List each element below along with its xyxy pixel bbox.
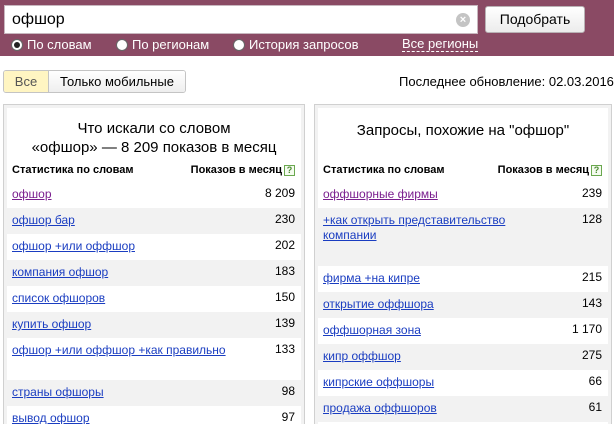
table-row: оффшорные фирмы 239 [318, 182, 608, 208]
table-row: офшор +или оффшор 202 [7, 234, 301, 260]
impressions-count: 139 [274, 316, 295, 330]
table-row: +как открыть представительство компании 1… [318, 208, 608, 266]
phrase-link[interactable]: кипрские оффшоры [323, 375, 552, 390]
impressions-count: 98 [281, 384, 295, 398]
impressions-count: 128 [581, 212, 602, 226]
right-results-table: оффшорные фирмы 239 +как открыть представи… [318, 182, 608, 422]
impressions-count: 143 [581, 296, 602, 310]
panel-title: Запросы, похожие на "офшор" [356, 122, 570, 139]
table-row: вывод офшор 97 [7, 406, 301, 424]
phrase-link[interactable]: офшор бар [12, 213, 245, 228]
filter-mobile-button[interactable]: Только мобильные [49, 71, 185, 92]
impressions-count: 8 209 [264, 186, 295, 200]
table-row: открытие оффшора 143 [318, 292, 608, 318]
impressions-count: 66 [588, 374, 602, 388]
left-results-table: офшор 8 209 офшор бар 230 офшор +или оффшор 2… [7, 182, 301, 424]
panel-body: Запросы, похожие на "офшор" Статистика п… [318, 108, 608, 424]
clear-icon[interactable]: × [456, 13, 470, 27]
impressions-count: 230 [274, 212, 295, 226]
table-row: оффшорная зона 1 170 [318, 318, 608, 344]
device-filter: Все Только мобильные [3, 70, 186, 93]
all-regions-link[interactable]: Все регионы [402, 37, 479, 52]
impressions-count: 275 [581, 348, 602, 362]
phrase-link[interactable]: офшор +или оффшор +как правильно [12, 343, 245, 358]
impressions-count: 183 [274, 264, 295, 278]
table-row: кипр оффшор 275 [318, 344, 608, 370]
search-input[interactable]: офшор × [4, 5, 478, 34]
column-header-phrase: Статистика по словам [12, 164, 134, 176]
column-header-count-label: Показов в месяц [497, 164, 589, 176]
help-icon[interactable]: ? [591, 164, 602, 176]
impressions-count: 215 [581, 270, 602, 284]
table-row: список офшоров 150 [7, 286, 301, 312]
table-row: страны офшоры 98 [7, 380, 301, 406]
impressions-count: 133 [274, 342, 295, 356]
table-row: продажа оффшоров 61 [318, 396, 608, 422]
table-row: офшор +или оффшор +как правильно 133 [7, 338, 301, 380]
search-query-text[interactable]: офшор [12, 11, 65, 29]
column-header-count: Показов в месяц ? [498, 164, 602, 176]
impressions-count: 150 [274, 290, 295, 304]
help-icon[interactable]: ? [284, 164, 295, 176]
phrase-link[interactable]: кипр оффшор [323, 349, 552, 364]
search-bar: офшор × Подобрать По словам По регионам … [0, 0, 614, 56]
table-row: офшор 8 209 [7, 182, 301, 208]
phrase-link[interactable]: оффшорные фирмы [323, 187, 552, 202]
mode-label: По регионам [132, 37, 210, 52]
radio-unchecked-icon[interactable] [233, 38, 245, 51]
panel-body: Что искали со словом «офшор» — 8 209 пок… [7, 108, 301, 424]
table-row: купить офшор 139 [7, 312, 301, 338]
phrase-link[interactable]: фирма +на кипре [323, 271, 552, 286]
searched-with-word-panel: Что искали со словом «офшор» — 8 209 пок… [3, 104, 305, 424]
mode-label: История запросов [249, 37, 359, 52]
phrase-link[interactable]: страны офшоры [12, 385, 245, 400]
submit-button[interactable]: Подобрать [485, 6, 585, 33]
phrase-link[interactable]: купить офшор [12, 317, 245, 332]
mode-query-history[interactable]: История запросов [233, 37, 359, 52]
panel-title-line: Что искали со словом [77, 120, 231, 137]
table-row: компания офшор 183 [7, 260, 301, 286]
impressions-count: 97 [281, 410, 295, 424]
table-row: офшор бар 230 [7, 208, 301, 234]
radio-unchecked-icon[interactable] [116, 38, 128, 51]
phrase-link[interactable]: +как открыть представительство компании [323, 213, 552, 243]
impressions-count: 239 [581, 186, 602, 200]
radio-checked-icon[interactable] [11, 38, 23, 51]
impressions-count: 1 170 [571, 322, 602, 336]
phrase-link[interactable]: офшор [12, 187, 245, 202]
phrase-link[interactable]: компания офшор [12, 265, 245, 280]
mode-by-words[interactable]: По словам [11, 37, 92, 52]
impressions-count: 61 [588, 400, 602, 414]
mode-by-regions[interactable]: По регионам [116, 37, 209, 52]
last-update-text: Последнее обновление: 02.03.2016 [399, 74, 614, 89]
impressions-count: 202 [274, 238, 295, 252]
similar-queries-panel: Запросы, похожие на "офшор" Статистика п… [314, 104, 612, 424]
phrase-link[interactable]: оффшорная зона [323, 323, 552, 338]
table-row: кипрские оффшоры 66 [318, 370, 608, 396]
phrase-link[interactable]: открытие оффшора [323, 297, 552, 312]
phrase-link[interactable]: продажа оффшоров [323, 401, 552, 416]
panel-title-line: «офшор» — 8 209 показов в месяц [31, 139, 277, 156]
mode-label: По словам [27, 37, 92, 52]
column-header-count-label: Показов в месяц [190, 164, 282, 176]
phrase-link[interactable]: вывод офшор [12, 411, 245, 424]
search-mode-selector: По словам По регионам История запросов В… [0, 36, 614, 56]
filter-all-button[interactable]: Все [4, 71, 49, 92]
table-row: фирма +на кипре 215 [318, 266, 608, 292]
panel-title: Что искали со словом «офшор» — 8 209 пок… [7, 119, 301, 157]
phrase-link[interactable]: офшор +или оффшор [12, 239, 245, 254]
column-header-count: Показов в месяц ? [191, 164, 295, 176]
column-header-phrase: Статистика по словам [323, 164, 445, 176]
phrase-link[interactable]: список офшоров [12, 291, 245, 306]
